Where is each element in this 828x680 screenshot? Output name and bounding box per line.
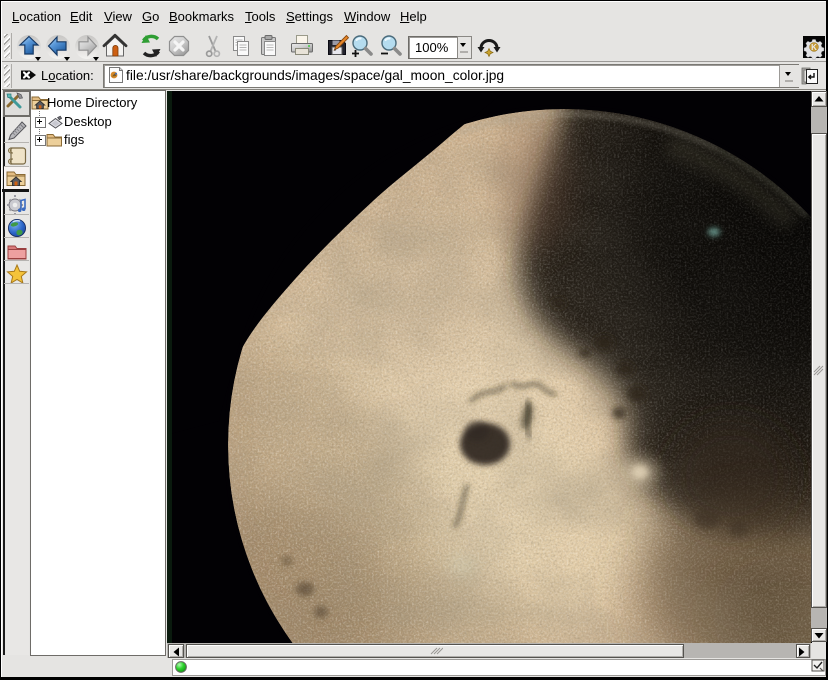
svg-text:K: K <box>811 43 817 52</box>
